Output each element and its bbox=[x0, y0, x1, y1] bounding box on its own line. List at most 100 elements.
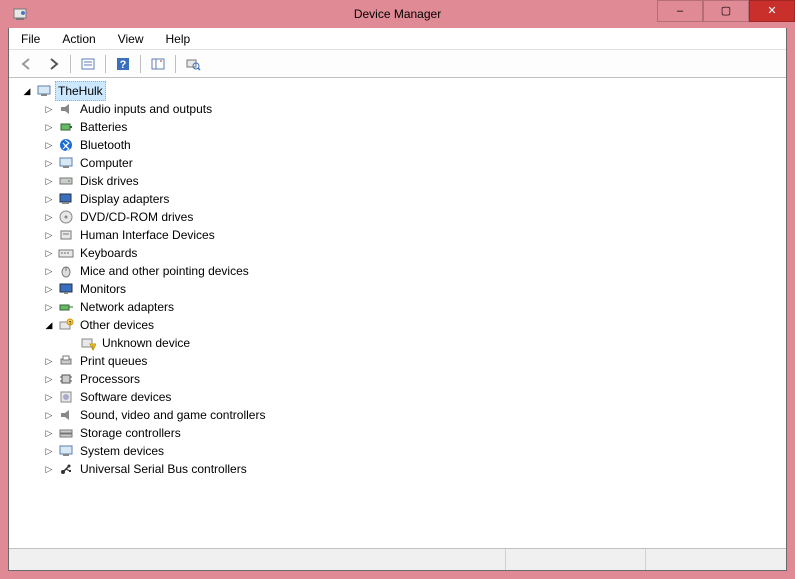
expand-arrow-icon[interactable]: ▷ bbox=[43, 193, 55, 205]
other-devices-label[interactable]: Other devices bbox=[77, 316, 157, 334]
category-monitors[interactable]: ▷ Monitors bbox=[43, 280, 786, 298]
category-label[interactable]: Disk drives bbox=[77, 172, 142, 190]
maximize-button[interactable]: ▢ bbox=[703, 0, 749, 22]
category-label[interactable]: Mice and other pointing devices bbox=[77, 262, 252, 280]
unknown-device-node[interactable]: ! Unknown device bbox=[65, 334, 786, 352]
category-label[interactable]: Software devices bbox=[77, 388, 174, 406]
category-label[interactable]: Audio inputs and outputs bbox=[77, 100, 215, 118]
network-adapters-icon bbox=[57, 299, 75, 315]
keyboards-icon bbox=[57, 245, 75, 261]
status-section bbox=[506, 549, 646, 570]
bluetooth-icon bbox=[57, 137, 75, 153]
category-audio-inputs-and-outputs[interactable]: ▷ Audio inputs and outputs bbox=[43, 100, 786, 118]
expand-arrow-icon[interactable]: ▷ bbox=[43, 463, 55, 475]
expand-arrow-icon[interactable]: ▷ bbox=[43, 427, 55, 439]
toolbar-separator bbox=[105, 55, 106, 73]
category-label[interactable]: Network adapters bbox=[77, 298, 177, 316]
minimize-button[interactable]: – bbox=[657, 0, 703, 22]
expand-arrow-icon[interactable]: ▷ bbox=[43, 409, 55, 421]
category-label[interactable]: Monitors bbox=[77, 280, 129, 298]
category-software-devices[interactable]: ▷ Software devices bbox=[43, 388, 786, 406]
close-button[interactable]: ✕ bbox=[749, 0, 795, 22]
category-mice-and-other-pointing-devices[interactable]: ▷ Mice and other pointing devices bbox=[43, 262, 786, 280]
toolbar-separator bbox=[70, 55, 71, 73]
expand-arrow-icon[interactable]: ▷ bbox=[43, 229, 55, 241]
show-hide-console-button[interactable] bbox=[76, 52, 100, 76]
category-display-adapters[interactable]: ▷ Display adapters bbox=[43, 190, 786, 208]
category-disk-drives[interactable]: ▷ Disk drives bbox=[43, 172, 786, 190]
console-tree-icon bbox=[80, 56, 96, 72]
expand-arrow-icon[interactable]: ▷ bbox=[43, 445, 55, 457]
expand-arrow-icon[interactable]: ▷ bbox=[43, 157, 55, 169]
category-label[interactable]: Display adapters bbox=[77, 190, 172, 208]
menu-action[interactable]: Action bbox=[58, 30, 99, 48]
category-keyboards[interactable]: ▷ Keyboards bbox=[43, 244, 786, 262]
category-batteries[interactable]: ▷ Batteries bbox=[43, 118, 786, 136]
expand-arrow-icon[interactable]: ▷ bbox=[43, 103, 55, 115]
status-section bbox=[646, 549, 786, 570]
device-tree[interactable]: ◢ TheHulk ▷ Audio inputs and outputs ▷ B… bbox=[9, 78, 786, 548]
audio-inputs-and-outputs-icon bbox=[57, 101, 75, 117]
category-human-interface-devices[interactable]: ▷ Human Interface Devices bbox=[43, 226, 786, 244]
properties-button[interactable] bbox=[146, 52, 170, 76]
category-sound-video-and-game-controllers[interactable]: ▷ Sound, video and game controllers bbox=[43, 406, 786, 424]
expand-arrow-icon[interactable]: ▷ bbox=[43, 175, 55, 187]
window-frame: Device Manager – ▢ ✕ File Action View He… bbox=[0, 0, 795, 579]
expand-arrow-icon[interactable]: ◢ bbox=[43, 319, 55, 331]
expand-arrow-icon[interactable]: ▷ bbox=[43, 391, 55, 403]
category-system-devices[interactable]: ▷ System devices bbox=[43, 442, 786, 460]
display-adapters-icon bbox=[57, 191, 75, 207]
category-universal-serial-bus-controllers[interactable]: ▷ Universal Serial Bus controllers bbox=[43, 460, 786, 478]
category-dvd-cd-rom-drives[interactable]: ▷ DVD/CD-ROM drives bbox=[43, 208, 786, 226]
category-label[interactable]: Universal Serial Bus controllers bbox=[77, 460, 250, 478]
toolbar-separator bbox=[175, 55, 176, 73]
back-button[interactable] bbox=[15, 52, 39, 76]
expand-arrow-icon[interactable]: ▷ bbox=[43, 247, 55, 259]
category-network-adapters[interactable]: ▷ Network adapters bbox=[43, 298, 786, 316]
sound-video-and-game-controllers-icon bbox=[57, 407, 75, 423]
expand-arrow-icon[interactable]: ▷ bbox=[43, 265, 55, 277]
help-button[interactable]: ? bbox=[111, 52, 135, 76]
close-glyph: ✕ bbox=[767, 6, 776, 17]
expand-arrow-icon[interactable]: ▷ bbox=[43, 301, 55, 313]
menu-view[interactable]: View bbox=[114, 30, 148, 48]
human-interface-devices-icon bbox=[57, 227, 75, 243]
category-label[interactable]: System devices bbox=[77, 442, 167, 460]
category-label[interactable]: Human Interface Devices bbox=[77, 226, 218, 244]
title-controls: – ▢ ✕ bbox=[657, 0, 795, 22]
expand-arrow-icon[interactable]: ▷ bbox=[43, 373, 55, 385]
category-label[interactable]: Print queues bbox=[77, 352, 150, 370]
expand-arrow-icon[interactable]: ▷ bbox=[43, 355, 55, 367]
category-computer[interactable]: ▷ Computer bbox=[43, 154, 786, 172]
category-bluetooth[interactable]: ▷ Bluetooth bbox=[43, 136, 786, 154]
category-print-queues[interactable]: ▷ Print queues bbox=[43, 352, 786, 370]
computer-icon bbox=[57, 155, 75, 171]
menu-file[interactable]: File bbox=[17, 30, 44, 48]
menu-help[interactable]: Help bbox=[162, 30, 195, 48]
category-label[interactable]: Processors bbox=[77, 370, 143, 388]
category-label[interactable]: Batteries bbox=[77, 118, 130, 136]
category-label[interactable]: Storage controllers bbox=[77, 424, 184, 442]
scan-hardware-button[interactable] bbox=[181, 52, 205, 76]
category-label[interactable]: Bluetooth bbox=[77, 136, 134, 154]
category-processors[interactable]: ▷ Processors bbox=[43, 370, 786, 388]
expand-arrow-icon[interactable]: ▷ bbox=[43, 121, 55, 133]
expand-arrow-icon[interactable]: ▷ bbox=[43, 283, 55, 295]
expand-arrow-icon[interactable]: ◢ bbox=[21, 85, 33, 97]
toolbar-separator bbox=[140, 55, 141, 73]
root-label[interactable]: TheHulk bbox=[55, 81, 106, 101]
forward-button[interactable] bbox=[41, 52, 65, 76]
storage-controllers-icon bbox=[57, 425, 75, 441]
category-label[interactable]: Keyboards bbox=[77, 244, 140, 262]
root-node[interactable]: ◢ TheHulk bbox=[21, 82, 786, 100]
expand-arrow-icon[interactable]: ▷ bbox=[43, 139, 55, 151]
category-label[interactable]: Sound, video and game controllers bbox=[77, 406, 268, 424]
unknown-device-label[interactable]: Unknown device bbox=[99, 334, 193, 352]
toolbar: ? bbox=[9, 50, 786, 78]
category-storage-controllers[interactable]: ▷ Storage controllers bbox=[43, 424, 786, 442]
svg-text:?: ? bbox=[69, 321, 72, 327]
category-label[interactable]: Computer bbox=[77, 154, 136, 172]
expand-arrow-icon[interactable]: ▷ bbox=[43, 211, 55, 223]
category-label[interactable]: DVD/CD-ROM drives bbox=[77, 208, 196, 226]
other-devices-node[interactable]: ◢ ? Other devices ! bbox=[43, 316, 786, 352]
